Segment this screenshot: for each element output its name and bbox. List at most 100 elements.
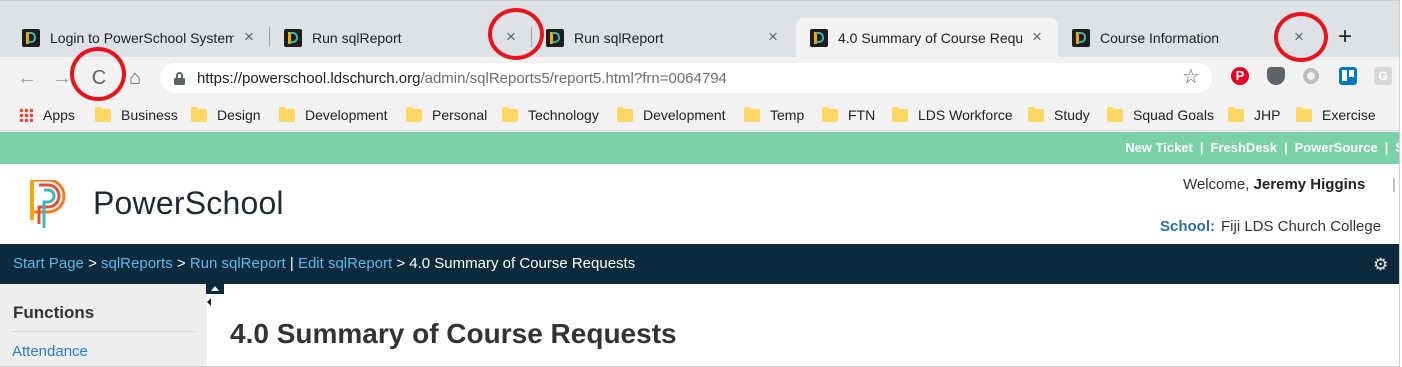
school-name[interactable]: Fiji LDS Church College (1221, 218, 1381, 235)
bookmark-label: LDS Workforce (918, 107, 1013, 123)
powerschool-favicon-icon (1072, 28, 1090, 47)
tab-title: Login to PowerSchool System M (50, 29, 234, 46)
close-icon[interactable]: × (1290, 28, 1308, 46)
collapse-up-icon[interactable] (206, 284, 224, 294)
link-separator: | (1384, 140, 1389, 155)
trello-extension-icon[interactable] (1339, 67, 1357, 85)
collapse-left-icon[interactable] (207, 298, 211, 306)
breadcrumb-start-page[interactable]: Start Page (13, 255, 84, 272)
new-ticket-link[interactable]: New Ticket (1125, 140, 1193, 155)
link-separator: | (1199, 140, 1204, 155)
folder-icon (406, 106, 422, 122)
bookmark-folder[interactable]: LDS Workforce (892, 106, 1013, 124)
tab-title: 4.0 Summary of Course Reques (838, 29, 1022, 46)
g-extension-icon[interactable]: G (1374, 67, 1392, 85)
bookmark-folder[interactable]: Development (279, 106, 388, 124)
pocket-extension-icon[interactable] (1267, 67, 1285, 85)
tab-login[interactable]: Login to PowerSchool System M × (8, 18, 270, 57)
link-separator: | (1284, 140, 1288, 155)
tab-run-sqlreport-1[interactable]: Run sqlReport × (270, 18, 532, 57)
school-selector[interactable]: School: Fiji LDS Church College (1160, 218, 1381, 235)
bookmark-folder[interactable]: JHP (1228, 106, 1280, 124)
bookmark-star-icon[interactable]: ☆ (1182, 65, 1200, 89)
bookmark-label: Exercise (1322, 107, 1376, 123)
powerschool-header: PowerSchool Welcome, Jeremy Higgins | Sc… (0, 164, 1399, 244)
bookmark-label: Technology (528, 107, 599, 123)
bookmark-label: Temp (770, 107, 805, 123)
top-links: New Ticket | FreshDesk | PowerSource | Sh (1125, 140, 1399, 155)
address-bar[interactable]: https://powerschool.ldschurch.org/admin/… (160, 63, 1212, 93)
bookmark-label: Development (305, 107, 388, 123)
bookmark-folder[interactable]: Design (191, 106, 261, 124)
folder-icon (1028, 106, 1044, 122)
sidebar-item-attendance[interactable]: Attendance (12, 343, 88, 360)
close-icon[interactable]: × (240, 28, 258, 46)
folder-icon (502, 106, 518, 122)
bookmark-label: Design (217, 107, 261, 123)
sidebar-title: Functions (13, 303, 95, 322)
new-tab-button[interactable]: + (1331, 23, 1359, 51)
breadcrumb-separator: > (176, 255, 186, 272)
apps-grid-icon (19, 108, 33, 122)
freshdesk-link[interactable]: FreshDesk (1211, 140, 1277, 155)
powersource-link[interactable]: PowerSource (1295, 140, 1378, 155)
folder-icon (1228, 106, 1244, 122)
folder-icon (191, 106, 207, 122)
bookmark-folder[interactable]: Squad Goals (1107, 106, 1214, 124)
breadcrumb-sqlreports[interactable]: sqlReports (101, 255, 173, 272)
welcome-text: Welcome, Jeremy Higgins (1183, 176, 1365, 193)
gear-icon[interactable]: ⚙ (1373, 255, 1388, 275)
bookmark-folder[interactable]: Temp (744, 106, 804, 124)
folder-icon (1296, 106, 1312, 122)
welcome-separator: | (1392, 176, 1396, 193)
circle-extension-icon[interactable] (1303, 68, 1319, 84)
bookmark-label: Development (643, 107, 726, 123)
breadcrumb-edit-sqlreport[interactable]: Edit sqlReport (298, 255, 392, 272)
pinterest-extension-icon[interactable]: P (1231, 67, 1249, 85)
forward-button[interactable]: → (48, 64, 76, 92)
powerschool-favicon-icon (546, 28, 564, 47)
bookmark-folder[interactable]: FTN (822, 106, 875, 124)
reload-button[interactable]: C (85, 64, 113, 92)
bookmark-apps[interactable]: Apps (19, 106, 75, 124)
bookmark-label: Study (1054, 107, 1090, 123)
powerschool-favicon-icon (810, 28, 828, 47)
folder-icon (822, 106, 838, 122)
welcome-prefix: Welcome, (1183, 176, 1250, 193)
home-button[interactable]: ⌂ (121, 64, 149, 92)
browser-window: Login to PowerSchool System M × Run sqlR… (0, 0, 1400, 367)
truncated-link[interactable]: Sh (1395, 140, 1399, 155)
browser-toolbar: ← → C ⌂ https://powerschool.ldschurch.or… (0, 57, 1399, 99)
powerschool-favicon-icon (284, 28, 302, 47)
breadcrumb-separator: > (88, 255, 97, 272)
bookmark-label: FTN (848, 107, 876, 123)
user-name[interactable]: Jeremy Higgins (1254, 176, 1366, 193)
bookmark-folder[interactable]: Study (1028, 106, 1090, 124)
powerschool-top-links-bar: New Ticket | FreshDesk | PowerSource | Sh (0, 132, 1399, 164)
bookmark-folder[interactable]: Development (617, 106, 726, 124)
tab-run-sqlreport-2[interactable]: Run sqlReport × (532, 18, 794, 57)
breadcrumb-pipe: | (289, 255, 294, 272)
folder-icon (617, 106, 633, 122)
close-icon[interactable]: × (1028, 28, 1046, 46)
powerschool-favicon-icon (22, 28, 40, 47)
page-title: 4.0 Summary of Course Requests (230, 318, 677, 349)
powerschool-logo-icon[interactable] (30, 180, 70, 230)
folder-icon (1107, 106, 1123, 122)
bookmark-label: Apps (43, 107, 75, 123)
breadcrumb-run-sqlreport[interactable]: Run sqlReport (190, 255, 286, 272)
bookmark-folder[interactable]: Technology (502, 106, 599, 124)
back-button[interactable]: ← (13, 64, 41, 92)
bookmarks-bar: Apps Business Design Development Persona… (0, 99, 1399, 131)
tab-course-information[interactable]: Course Information × (1058, 18, 1320, 57)
close-icon[interactable]: × (502, 28, 520, 46)
tab-title: Run sqlReport (574, 29, 664, 46)
bookmark-folder[interactable]: Exercise (1296, 106, 1376, 124)
bookmark-folder[interactable]: Business (95, 106, 178, 124)
tab-summary-course-requests[interactable]: 4.0 Summary of Course Reques × (796, 18, 1058, 57)
breadcrumb-separator: > (396, 255, 406, 272)
bookmark-folder[interactable]: Personal (406, 106, 487, 124)
lock-icon[interactable] (174, 71, 185, 85)
close-icon[interactable]: × (764, 28, 782, 46)
powerschool-brand[interactable]: PowerSchool (93, 185, 284, 222)
